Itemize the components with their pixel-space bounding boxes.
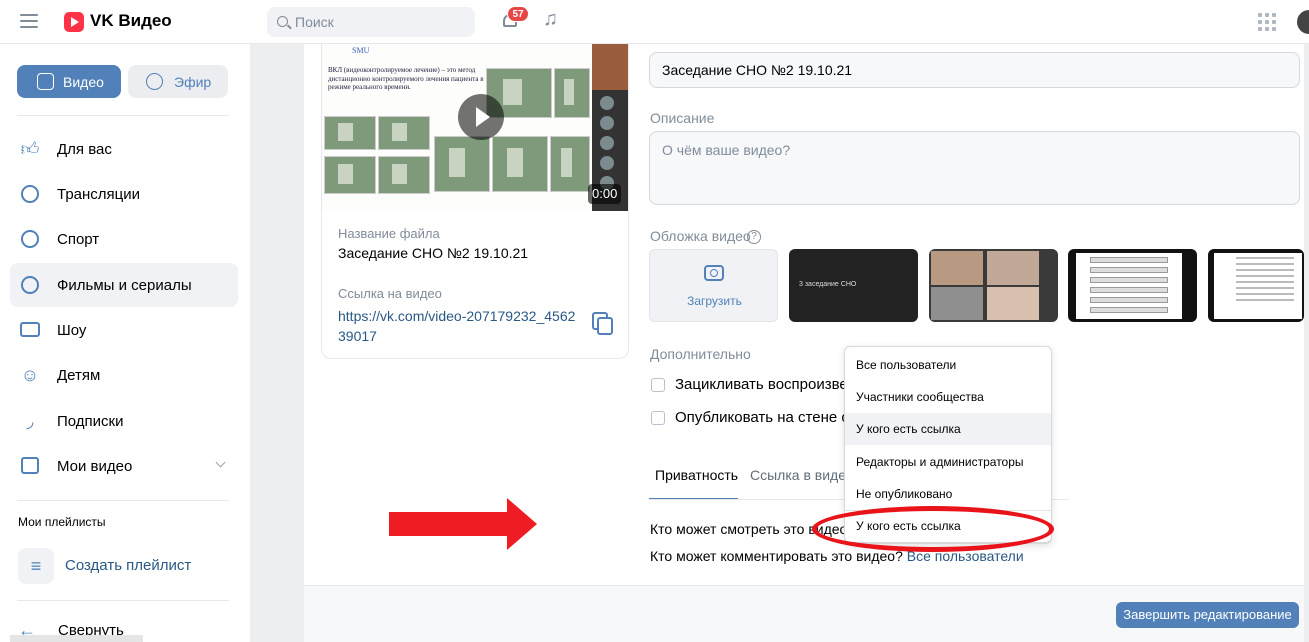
thumb-up-icon: 👍︎: [20, 139, 40, 159]
tooltip-strip: [10, 635, 143, 642]
sidebar-item-label: Шоу: [57, 322, 87, 339]
copy-icon[interactable]: [592, 312, 613, 335]
sidebar-item-shows[interactable]: Шоу: [10, 308, 238, 352]
video-add-icon: [37, 73, 54, 90]
dropdown-option[interactable]: Редакторы и администраторы: [845, 446, 1051, 478]
divider: [17, 600, 229, 601]
sidebar-item-label: Фильмы и сериалы: [57, 277, 192, 294]
file-card: SMU ВКЛ (видеоконтролируемое лечение) – …: [321, 44, 629, 359]
my-video-icon: [21, 457, 39, 474]
divider: [17, 115, 229, 116]
video-link-label: Ссылка на видео: [338, 286, 442, 301]
slide-preview: SMU ВКЛ (видеоконтролируемое лечение) – …: [322, 44, 592, 211]
film-reel-icon: [21, 276, 39, 294]
video-link[interactable]: https://vk.com/video-207179232_456239017: [338, 306, 578, 346]
tab-privacy[interactable]: Приватность: [655, 467, 738, 483]
dropdown-option[interactable]: У кого есть ссылка: [845, 413, 1051, 445]
cover-text: 3 заседание СНО: [799, 281, 857, 288]
camera-icon: [704, 265, 724, 281]
description-label: Описание: [650, 110, 715, 126]
additional-label: Дополнительно: [650, 346, 751, 362]
play-icon[interactable]: [458, 94, 504, 140]
sidebar-item-kids[interactable]: ☺ Детям: [10, 353, 238, 397]
sidebar-item-label: Спорт: [57, 231, 100, 248]
sidebar-item-broadcasts[interactable]: Трансляции: [10, 172, 238, 216]
tab-video-label: Видео: [63, 74, 104, 90]
video-thumbnail[interactable]: SMU ВКЛ (видеоконтролируемое лечение) – …: [322, 44, 628, 211]
tab-video[interactable]: Видео: [17, 65, 121, 98]
video-duration: 0:00: [588, 184, 622, 204]
apps-grid-icon[interactable]: [1258, 13, 1276, 31]
sidebar-item-for-you[interactable]: 👍︎ Для вас: [10, 127, 238, 171]
live-icon: [146, 73, 163, 90]
tv-icon: [20, 322, 40, 337]
menu-icon[interactable]: [20, 14, 38, 28]
upload-cover-button[interactable]: Загрузить: [649, 249, 778, 322]
divider: [17, 500, 229, 501]
help-icon[interactable]: ?: [747, 230, 761, 244]
sidebar: Видео Эфир 👍︎ Для вас Трансляции Спорт Ф…: [0, 44, 250, 642]
loop-checkbox[interactable]: [651, 378, 665, 392]
broadcast-icon: [21, 185, 39, 203]
upload-label: Загрузить: [687, 294, 742, 308]
description-input[interactable]: [649, 131, 1300, 205]
cover-option[interactable]: [1208, 249, 1304, 322]
search-input[interactable]: [295, 7, 465, 37]
file-name-value: Заседание СНО №2 19.10.21: [338, 245, 529, 261]
logo-text[interactable]: VK Видео: [90, 11, 172, 31]
sidebar-item-sport[interactable]: Спорт: [10, 217, 238, 261]
highlight-ellipse: [812, 506, 1054, 552]
publish-label: Опубликовать на стене сос: [675, 409, 865, 426]
privacy-comment-label: Кто может комментировать это видео?: [650, 548, 903, 564]
sidebar-item-label: Трансляции: [57, 186, 141, 203]
music-note-icon[interactable]: ♫: [543, 8, 558, 31]
footer-bar: Завершить редактирование: [304, 585, 1304, 642]
tab-efir[interactable]: Эфир: [128, 65, 228, 98]
playlist-add-icon: ≡: [18, 548, 54, 584]
sidebar-item-label: Мои видео: [57, 458, 133, 475]
dropdown-option[interactable]: Участники сообщества: [845, 381, 1051, 413]
search-icon: [277, 16, 288, 27]
finish-editing-button[interactable]: Завершить редактирование: [1116, 602, 1299, 628]
sidebar-item-films[interactable]: Фильмы и сериалы: [10, 263, 238, 307]
slide-logo: SMU: [352, 46, 370, 55]
chevron-down-icon[interactable]: [215, 457, 226, 468]
top-bar: VK Видео 57 ♫: [0, 0, 1309, 44]
tab-video-link[interactable]: Ссылка в видео: [750, 467, 854, 483]
sidebar-item-my-videos[interactable]: Мои видео: [10, 444, 238, 488]
avatar[interactable]: [1297, 10, 1309, 34]
create-playlist-button[interactable]: ≡ Создать плейлист: [18, 546, 238, 586]
cover-label: Обложка видео: [650, 228, 751, 244]
notifications-badge: 57: [507, 6, 529, 22]
cover-option[interactable]: [929, 249, 1058, 322]
sidebar-item-label: Подписки: [57, 413, 124, 430]
search-box[interactable]: [267, 7, 475, 37]
playlists-heading: Мои плейлисты: [18, 515, 106, 529]
cover-option[interactable]: 3 заседание СНО: [789, 249, 918, 322]
cover-option[interactable]: [1068, 249, 1197, 322]
page-gutter-right: [1304, 44, 1309, 642]
sidebar-item-label: Для вас: [57, 141, 112, 158]
publish-checkbox[interactable]: [651, 411, 665, 425]
create-playlist-label: Создать плейлист: [65, 557, 192, 574]
loop-label: Зацикливать воспроизвед: [675, 376, 857, 393]
subscriptions-icon: ◞: [26, 411, 34, 431]
title-input[interactable]: [649, 52, 1300, 88]
slide-text: ВКЛ (видеоконтролируемое лечение) – это …: [328, 66, 484, 91]
video-edit-panel: SMU ВКЛ (видеоконтролируемое лечение) – …: [304, 44, 1304, 642]
kids-icon: ☺: [20, 365, 40, 385]
sidebar-item-subscriptions[interactable]: ◞ Подписки: [10, 399, 238, 443]
vk-video-logo-icon[interactable]: [64, 12, 84, 32]
dropdown-option[interactable]: Все пользователи: [845, 349, 1051, 381]
ball-icon: [21, 230, 39, 248]
sidebar-item-label: Детям: [57, 367, 101, 384]
page-gutter: [250, 44, 304, 642]
tab-efir-label: Эфир: [174, 74, 212, 90]
file-name-label: Название файла: [338, 226, 440, 241]
